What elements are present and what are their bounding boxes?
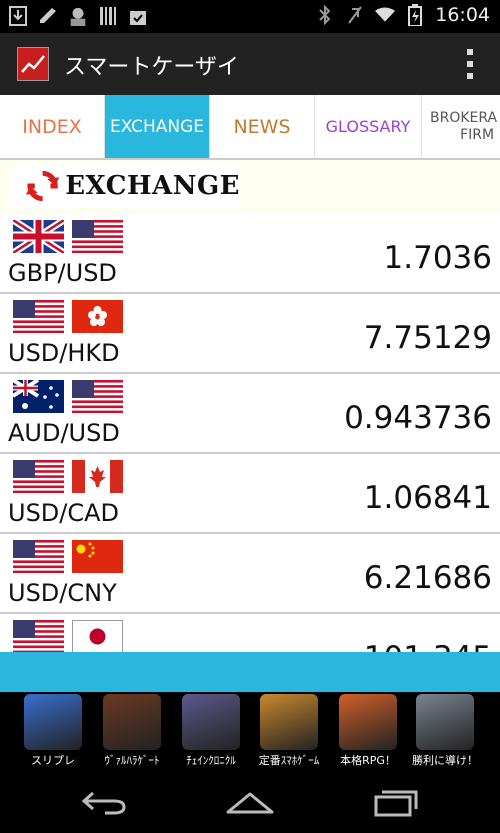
tab-index-label: INDEX: [22, 115, 82, 138]
ad-app-tile[interactable]: 勝利に導け！: [410, 694, 480, 768]
ad-app-tile[interactable]: 定番ｽﾏﾎｹﾞｰﾑ: [254, 694, 324, 768]
barcode-icon: [98, 5, 118, 27]
ca-flag-icon: [72, 460, 123, 493]
tab-index[interactable]: INDEX: [0, 95, 105, 158]
us-flag-icon: [13, 540, 64, 573]
exchange-rate: 1.7036: [383, 240, 492, 276]
ad-app-tile[interactable]: ｳﾞｧﾙﾊﾗｹﾞｰﾄ: [97, 694, 167, 768]
tab-brokerage-line2: FIRM: [460, 126, 495, 143]
exchange-rate: 101.345: [364, 640, 492, 652]
exchange-rate: 0.943736: [344, 400, 492, 436]
list-item[interactable]: USD/HKD 7.75129: [0, 294, 500, 374]
game-app-icon: [182, 694, 240, 750]
ad-app-label: 定番ｽﾏﾎｹﾞｰﾑ: [258, 754, 320, 767]
list-item[interactable]: GBP/USD 1.7036: [0, 214, 500, 294]
ad-app-label: スリプレ: [31, 754, 75, 767]
action-bar: スマートケーザイ: [0, 33, 500, 95]
wifi-icon: [375, 4, 396, 26]
vibrate-mute-icon: [345, 4, 365, 26]
tab-exchange-label: EXCHANGE: [109, 116, 205, 137]
shopping-bag-check-icon: [128, 5, 148, 27]
tab-news[interactable]: NEWS: [210, 95, 315, 158]
game-app-icon: [416, 694, 474, 750]
currency-pair: GBP/USD: [8, 259, 117, 287]
ad-app-tile[interactable]: 本格RPG！: [333, 694, 403, 768]
exchange-rate: 7.75129: [363, 320, 492, 356]
home-icon[interactable]: [220, 786, 280, 820]
section-banner: EXCHANGE: [0, 160, 500, 214]
tab-brokerage-firm[interactable]: BROKERA FIRM: [422, 95, 500, 158]
gb-flag-icon: [13, 220, 64, 253]
exchange-rate: 6.21686: [363, 560, 492, 596]
ad-app-label: ｳﾞｧﾙﾊﾗｹﾞｰﾄ: [104, 754, 160, 767]
currency-pair: USD/CAD: [8, 499, 120, 527]
ad-app-tile[interactable]: スリプレ: [18, 694, 88, 768]
battery-icon: [405, 4, 425, 26]
au-flag-icon: [13, 380, 64, 413]
game-app-icon: [24, 694, 82, 750]
clock: 16:04: [435, 4, 490, 26]
system-navigation-bar: [0, 772, 500, 833]
bluetooth-icon: [315, 4, 335, 26]
download-icon: [8, 5, 28, 27]
ad-app-label: 勝利に導け！: [412, 754, 478, 767]
app-title: スマートケーザイ: [64, 55, 239, 80]
tab-glossary[interactable]: GLOSSARY: [315, 95, 422, 158]
cn-flag-icon: [72, 540, 123, 573]
tab-news-label: NEWS: [233, 115, 291, 138]
status-bar: 16:04: [0, 0, 500, 33]
ad-banner: スリプレ ｳﾞｧﾙﾊﾗｹﾞｰﾄ ﾁｪｲﾝｸﾛﾆｸﾙ 定番ｽﾏﾎｹﾞｰﾑ 本格RP…: [0, 692, 500, 772]
us-flag-icon: [13, 620, 64, 652]
exchange-rate: 1.06841: [363, 480, 492, 516]
recent-apps-icon[interactable]: [366, 786, 426, 820]
list-item[interactable]: USD/CNY 6.21686: [0, 534, 500, 614]
exchange-arrows-icon: [26, 170, 60, 202]
tab-brokerage-line1: BROKERA: [430, 109, 498, 126]
game-app-icon: [103, 694, 161, 750]
hk-flag-icon: [72, 300, 123, 333]
us-flag-icon: [72, 380, 123, 413]
currency-pair: USD/HKD: [8, 339, 120, 367]
ad-app-label: 本格RPG！: [340, 754, 396, 767]
tab-glossary-label: GLOSSARY: [325, 117, 411, 136]
pencil-icon: [38, 5, 58, 27]
overflow-menu-icon[interactable]: [466, 49, 474, 79]
app-logo-icon: [17, 47, 49, 81]
back-icon[interactable]: [74, 786, 134, 820]
us-flag-icon: [13, 300, 64, 333]
exchange-rate-list[interactable]: GBP/USD 1.7036 USD/HKD 7.75129 AUD/USD 0…: [0, 214, 500, 652]
list-item[interactable]: USD/CAD 1.06841: [0, 454, 500, 534]
ad-app-label: ﾁｪｲﾝｸﾛﾆｸﾙ: [186, 754, 236, 767]
list-item[interactable]: 101.345: [0, 614, 500, 652]
list-item[interactable]: AUD/USD 0.943736: [0, 374, 500, 454]
footer-bar: [0, 652, 500, 692]
game-app-icon: [260, 694, 318, 750]
ad-app-tile[interactable]: ﾁｪｲﾝｸﾛﾆｸﾙ: [176, 694, 246, 768]
game-app-icon: [339, 694, 397, 750]
us-flag-icon: [72, 220, 123, 253]
us-flag-icon: [13, 460, 64, 493]
character-avatar-icon: [68, 5, 88, 27]
section-title: EXCHANGE: [65, 171, 240, 201]
tab-exchange[interactable]: EXCHANGE: [105, 95, 210, 158]
jp-flag-icon: [72, 620, 123, 652]
tab-brokerage-firm-label: BROKERA FIRM: [430, 110, 497, 144]
tab-bar: INDEX EXCHANGE NEWS GLOSSARY BROKERA FIRM: [0, 95, 500, 160]
exchange-logo: EXCHANGE: [12, 164, 240, 208]
currency-pair: AUD/USD: [8, 419, 120, 447]
currency-pair: USD/CNY: [8, 579, 117, 607]
